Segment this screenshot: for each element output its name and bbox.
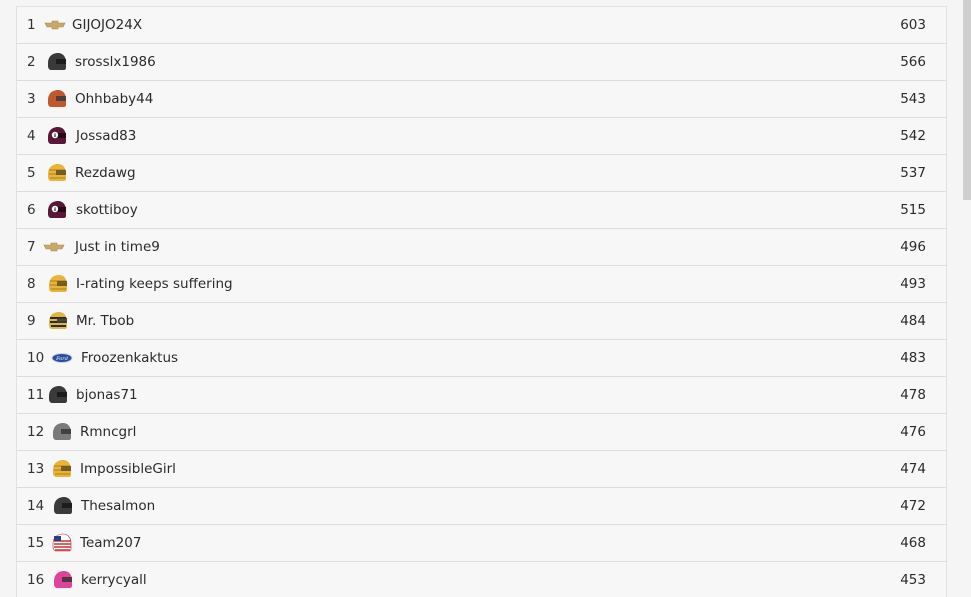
helmet-orange-icon (44, 87, 68, 111)
table-row[interactable]: 16 kerrycyall 453 (17, 562, 946, 597)
helmet-yellow-icon (44, 161, 68, 185)
driver-name[interactable]: Rezdawg (75, 155, 136, 191)
table-row[interactable]: 5 Rezdawg 537 (17, 155, 946, 192)
driver-name[interactable]: Ohhbaby44 (75, 81, 153, 117)
helmet-maroon-8ball-icon: 8 (44, 124, 68, 148)
score-value: 515 (900, 202, 926, 218)
score-value: 566 (900, 54, 926, 70)
driver-name[interactable]: bjonas71 (76, 377, 138, 413)
table-row[interactable]: 10 Ford Froozenkaktus 483 (17, 340, 946, 377)
rank-number: 11 (27, 387, 45, 403)
scrollbar-thumb[interactable] (963, 0, 971, 200)
driver-name[interactable]: ImpossibleGirl (80, 451, 176, 487)
score-value: 542 (900, 128, 926, 144)
helmet-maroon-8ball-icon: 8 (44, 198, 68, 222)
score-value: 478 (900, 387, 926, 403)
score-value: 468 (900, 535, 926, 551)
driver-name[interactable]: srosslx1986 (75, 44, 156, 80)
helmet-yellow-icon (49, 457, 73, 481)
score-value: 472 (900, 498, 926, 514)
helmet-gray-icon (49, 420, 73, 444)
ford-logo-icon: Ford (50, 346, 74, 370)
svg-text:8: 8 (54, 207, 57, 213)
score-value: 484 (900, 313, 926, 329)
table-row[interactable]: 15 Team207 468 (17, 525, 946, 562)
rank-number: 15 (27, 535, 45, 551)
table-row[interactable]: 4 8 Jossad83 542 (17, 118, 946, 155)
rank-number: 12 (27, 424, 45, 440)
svg-text:8: 8 (54, 133, 57, 139)
driver-name[interactable]: skottiboy (76, 192, 138, 228)
helmet-yellow-icon (45, 272, 69, 296)
score-value: 603 (900, 17, 926, 33)
svg-text:Ford: Ford (55, 356, 68, 362)
leaderboard-page: 1 GIJOJO24X 603 2 srosslx1986 566 3 Ohhbaby44 54… (0, 0, 971, 597)
rank-number: 14 (27, 498, 45, 514)
score-value: 537 (900, 165, 926, 181)
helmet-black-icon (44, 50, 68, 74)
table-row[interactable]: 6 8 skottiboy 515 (17, 192, 946, 229)
driver-name[interactable]: Mr. Tbob (76, 303, 134, 339)
rank-number: 10 (27, 350, 45, 366)
rank-number: 1 (27, 17, 36, 33)
table-row[interactable]: 2 srosslx1986 566 (17, 44, 946, 81)
score-value: 496 (900, 239, 926, 255)
chevrolet-logo-icon (43, 13, 67, 37)
rank-number: 13 (27, 461, 45, 477)
score-value: 474 (900, 461, 926, 477)
rank-number: 7 (27, 239, 36, 255)
driver-name[interactable]: Team207 (80, 525, 141, 561)
table-row[interactable]: 3 Ohhbaby44 543 (17, 81, 946, 118)
rank-number: 8 (27, 276, 36, 292)
driver-name[interactable]: kerrycyall (81, 562, 147, 597)
driver-name[interactable]: GIJOJO24X (72, 7, 142, 43)
table-row[interactable]: 9 Mr. Tbob 484 (17, 303, 946, 340)
score-value: 493 (900, 276, 926, 292)
helmet-black-icon (45, 383, 69, 407)
rank-number: 2 (27, 54, 36, 70)
helmet-pink-icon (50, 568, 74, 592)
rank-number: 6 (27, 202, 36, 218)
score-value: 476 (900, 424, 926, 440)
table-row[interactable]: 13 ImpossibleGirl 474 (17, 451, 946, 488)
driver-name[interactable]: Jossad83 (76, 118, 136, 154)
helmet-usa-flag-icon (49, 531, 73, 555)
driver-name[interactable]: I-rating keeps suffering (76, 266, 233, 302)
rank-number: 9 (27, 313, 36, 329)
table-row[interactable]: 14 Thesalmon 472 (17, 488, 946, 525)
rank-number: 3 (27, 91, 36, 107)
score-value: 483 (900, 350, 926, 366)
table-row[interactable]: 7 Just in time9 496 (17, 229, 946, 266)
rank-number: 16 (27, 572, 45, 588)
driver-name[interactable]: Thesalmon (81, 488, 155, 524)
table-row[interactable]: 12 Rmncgrl 476 (17, 414, 946, 451)
leaderboard-table: 1 GIJOJO24X 603 2 srosslx1986 566 3 Ohhbaby44 54… (16, 6, 947, 597)
table-row[interactable]: 1 GIJOJO24X 603 (17, 7, 946, 44)
rank-number: 4 (27, 128, 36, 144)
table-row[interactable]: 11 bjonas71 478 (17, 377, 946, 414)
score-value: 543 (900, 91, 926, 107)
chevrolet-logo-icon (42, 235, 66, 259)
score-value: 453 (900, 572, 926, 588)
driver-name[interactable]: Froozenkaktus (81, 340, 178, 376)
helmet-yellow-striped-icon (45, 309, 69, 333)
driver-name[interactable]: Just in time9 (75, 229, 160, 265)
driver-name[interactable]: Rmncgrl (80, 414, 136, 450)
rank-number: 5 (27, 165, 36, 181)
helmet-black-icon (50, 494, 74, 518)
table-row[interactable]: 8 I-rating keeps suffering 493 (17, 266, 946, 303)
